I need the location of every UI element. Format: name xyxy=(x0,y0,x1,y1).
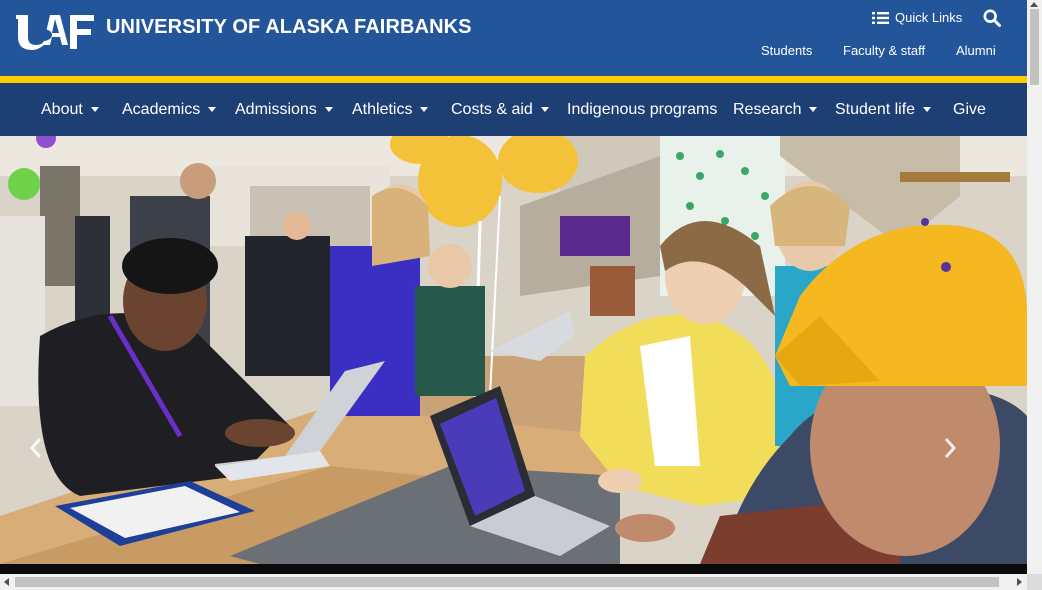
nav-costs-aid-label: Costs & aid xyxy=(451,100,533,118)
scrollbar-corner xyxy=(1027,574,1042,590)
nav-admissions[interactable]: Admissions xyxy=(235,83,333,136)
nav-indigenous-programs-label: Indigenous programs xyxy=(567,100,718,118)
vertical-scrollbar[interactable] xyxy=(1027,0,1042,574)
hero-photo xyxy=(0,136,1027,564)
chevron-left-icon[interactable] xyxy=(28,436,44,460)
nav-give-label: Give xyxy=(953,100,986,118)
alumni-link[interactable]: Alumni xyxy=(956,43,996,58)
caret-down-icon xyxy=(540,107,549,112)
caret-down-icon xyxy=(420,107,429,112)
search-icon[interactable] xyxy=(983,9,1001,27)
nav-academics-label: Academics xyxy=(122,100,201,118)
horizontal-scrollbar-thumb[interactable] xyxy=(15,577,999,587)
hero-caption-band xyxy=(0,564,1027,574)
nav-research-label: Research xyxy=(733,100,802,118)
scroll-up-icon[interactable] xyxy=(1030,2,1038,7)
caret-down-icon xyxy=(208,107,217,112)
students-link[interactable]: Students xyxy=(761,43,812,58)
scroll-left-icon[interactable] xyxy=(4,578,9,586)
quick-links-label: Quick Links xyxy=(895,10,963,25)
nav-student-life[interactable]: Student life xyxy=(835,83,932,136)
gold-stripe xyxy=(0,76,1027,83)
nav-about[interactable]: About xyxy=(41,83,99,136)
nav-costs-aid[interactable]: Costs & aid xyxy=(451,83,549,136)
faculty-staff-link[interactable]: Faculty & staff xyxy=(843,43,925,58)
list-icon xyxy=(872,11,889,24)
nav-indigenous-programs[interactable]: Indigenous programs xyxy=(567,83,717,136)
nav-athletics-label: Athletics xyxy=(352,100,413,118)
vertical-scrollbar-thumb[interactable] xyxy=(1030,9,1039,85)
caret-down-icon xyxy=(809,107,818,112)
caret-down-icon xyxy=(923,107,932,112)
site-title[interactable]: UNIVERSITY OF ALASKA FAIRBANKS xyxy=(106,16,472,39)
caret-down-icon xyxy=(90,107,99,112)
nav-research[interactable]: Research xyxy=(733,83,818,136)
nav-admissions-label: Admissions xyxy=(235,100,317,118)
horizontal-scrollbar[interactable] xyxy=(0,574,1042,590)
nav-athletics[interactable]: Athletics xyxy=(352,83,429,136)
main-nav: About Academics Admissions Athletics Cos… xyxy=(0,83,1027,136)
caret-down-icon xyxy=(324,107,333,112)
nav-academics[interactable]: Academics xyxy=(122,83,217,136)
quick-links-button[interactable]: Quick Links xyxy=(872,10,962,25)
nav-about-label: About xyxy=(41,100,83,118)
chevron-right-icon[interactable] xyxy=(942,436,958,460)
scroll-right-icon[interactable] xyxy=(1017,578,1022,586)
uaf-logo[interactable] xyxy=(14,11,96,52)
nav-give[interactable]: Give xyxy=(953,83,986,136)
nav-student-life-label: Student life xyxy=(835,100,916,118)
hero-carousel[interactable] xyxy=(0,136,1027,564)
site-header: UNIVERSITY OF ALASKA FAIRBANKS Quick Lin… xyxy=(0,0,1027,76)
